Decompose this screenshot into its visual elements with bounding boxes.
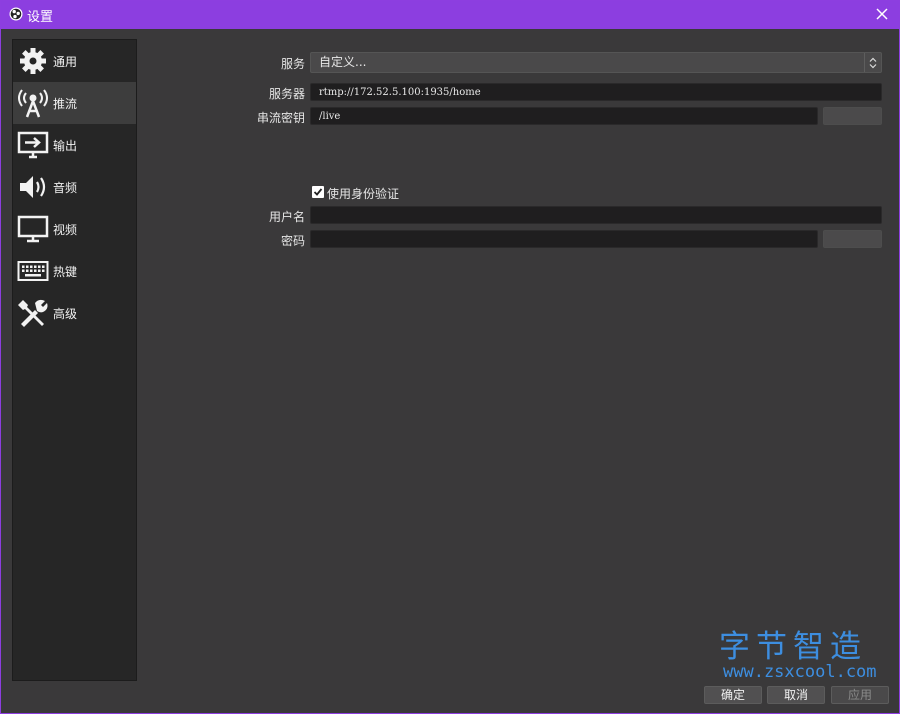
tools-icon [16,296,50,330]
gear-icon [16,44,50,78]
password-label: 密码 [280,234,305,248]
settings-sidebar: 通用 推流 输出 音频 视频 热键 高级 [12,39,137,681]
show-password-button[interactable] [823,230,882,248]
sidebar-item-label: 输出 [53,138,78,153]
speaker-icon [16,170,50,204]
title-bar: 设置 [1,1,899,29]
use-auth-checkbox[interactable] [312,186,324,198]
sidebar-item-hotkeys[interactable]: 热键 [13,250,136,292]
server-input[interactable]: rtmp://172.52.5.100:1935/home [310,83,882,101]
service-select-value: 自定义... [319,55,367,69]
server-label: 服务器 [268,87,305,101]
apply-button[interactable]: 应用 [831,686,889,704]
sidebar-item-label: 高级 [53,306,78,321]
sidebar-item-audio[interactable]: 音频 [13,166,136,208]
sidebar-item-stream[interactable]: 推流 [13,82,136,124]
username-input[interactable] [310,206,882,224]
password-input[interactable] [310,230,818,248]
cancel-button[interactable]: 取消 [767,686,825,704]
keyboard-icon [16,254,50,288]
sidebar-item-label: 推流 [53,96,78,111]
sidebar-item-label: 视频 [53,222,78,237]
watermark-text: 字节智造 [719,629,867,665]
close-icon [876,8,888,20]
sidebar-item-general[interactable]: 通用 [13,40,136,82]
ok-button[interactable]: 确定 [704,686,762,704]
obs-logo-icon [9,7,23,21]
show-stream-key-button[interactable] [823,107,882,125]
broadcast-antenna-icon [16,86,50,120]
service-select[interactable]: 自定义... [310,52,882,73]
window-title: 设置 [27,10,54,25]
close-button[interactable] [873,5,891,23]
sidebar-item-output[interactable]: 输出 [13,124,136,166]
stream-key-input[interactable]: /live [310,107,818,125]
monitor-icon [16,212,50,246]
sidebar-item-label: 音频 [53,180,78,195]
updown-arrows-icon [864,53,881,72]
output-monitor-icon [16,128,50,162]
stream-key-label: 串流密钥 [256,111,305,125]
service-label: 服务 [280,57,305,71]
username-label: 用户名 [268,210,305,224]
watermark-url: www.zsxcool.com [723,662,877,682]
sidebar-item-label: 通用 [53,54,78,69]
use-auth-label: 使用身份验证 [327,187,400,201]
sidebar-item-advanced[interactable]: 高级 [13,292,136,334]
checkmark-icon [313,188,323,196]
sidebar-item-video[interactable]: 视频 [13,208,136,250]
settings-window: 设置 通用 推流 输出 音频 视频 热键 高级 服务 自定义... 服务器 rt… [0,0,900,714]
sidebar-item-label: 热键 [53,264,78,279]
